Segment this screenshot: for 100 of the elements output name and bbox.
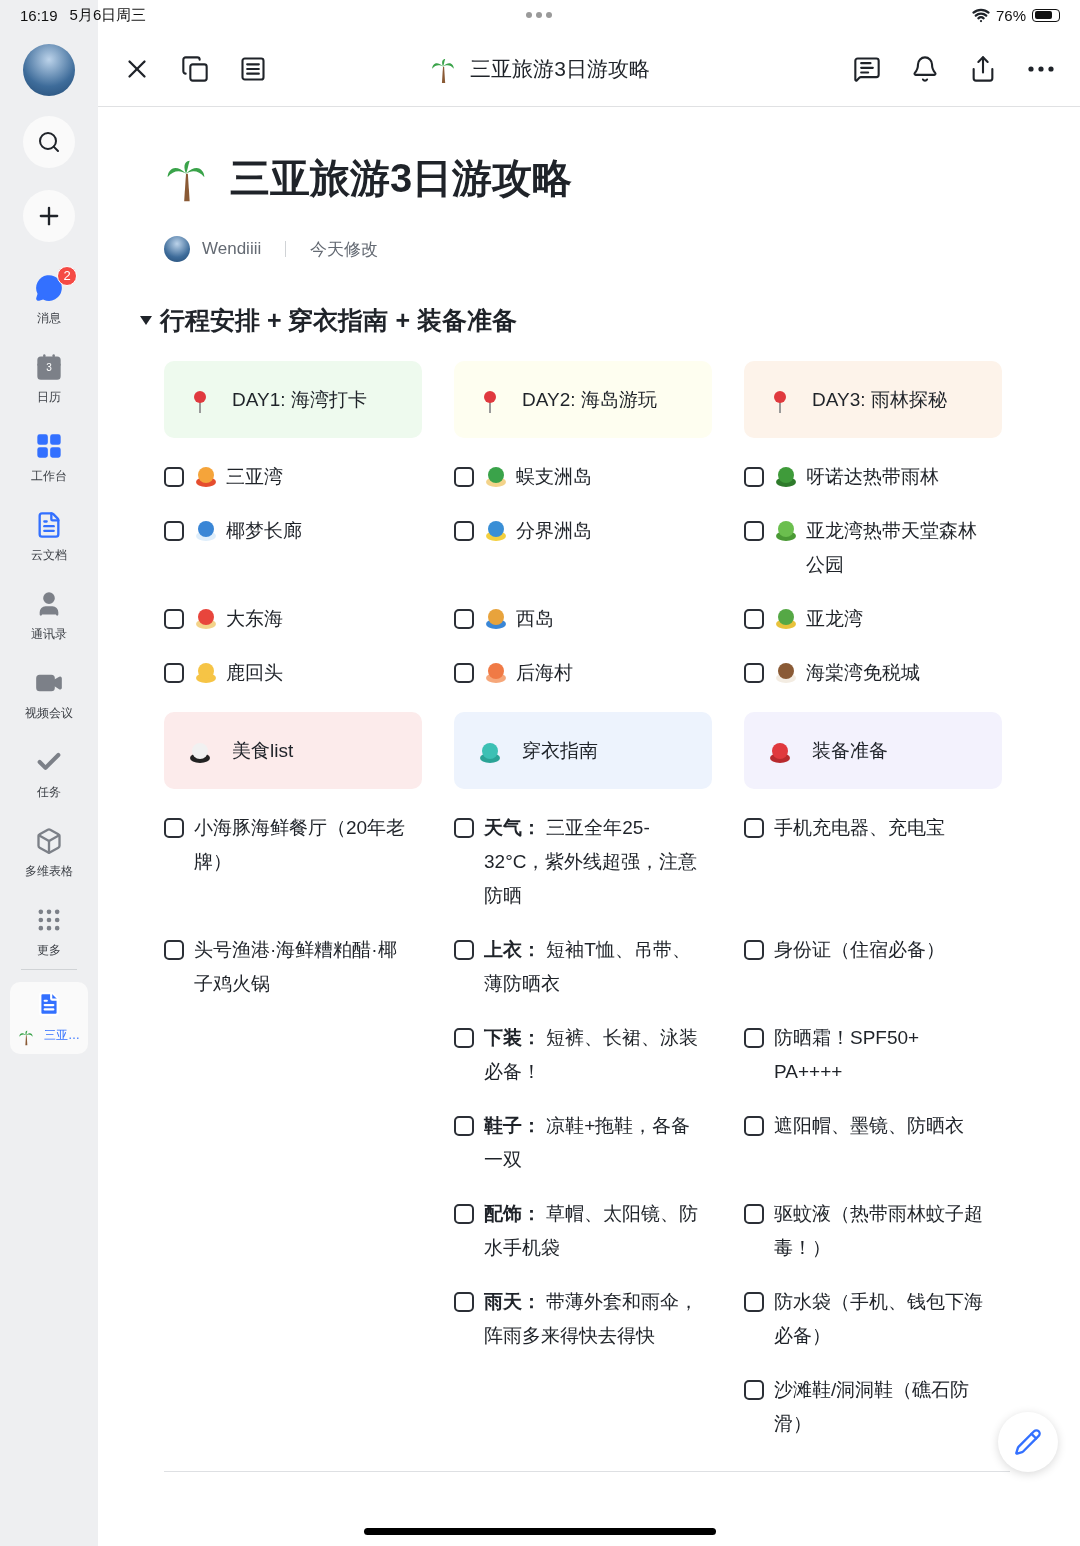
header-text: DAY1: 海湾打卡 — [232, 387, 367, 412]
header-text: DAY3: 雨林探秘 — [812, 387, 947, 412]
chat-icon — [35, 274, 63, 302]
checkbox[interactable] — [744, 1292, 764, 1312]
checklist-text: 雨天： 带薄外套和雨伞，阵雨多来得快去得快 — [484, 1290, 700, 1348]
sidebar-item[interactable]: 视频会议 — [9, 659, 89, 722]
checkbox[interactable] — [744, 521, 764, 541]
section-heading: 行程安排 + 穿衣指南 + 装备准备 — [160, 305, 517, 336]
checkbox[interactable] — [744, 663, 764, 683]
sidebar-item[interactable]: 更多 — [19, 896, 79, 959]
sidebar-item[interactable]: 任务 — [19, 738, 79, 801]
checklist-text: 天气： 三亚全年25-32°C，紫外线超强，注意防晒 — [484, 816, 699, 908]
author-name: Wendiiii — [202, 239, 262, 259]
battery-icon — [1032, 8, 1060, 22]
checkbox[interactable] — [744, 940, 764, 960]
battery-percent: 76% — [995, 6, 1026, 24]
search-button[interactable] — [23, 116, 75, 168]
comment-icon — [853, 54, 881, 83]
grid-icon — [35, 432, 63, 460]
wifi-icon — [971, 6, 990, 24]
sidebar-item[interactable]: 通讯录 — [15, 580, 83, 643]
checklist-text: 亚龙湾 — [806, 607, 864, 631]
document-title: 三亚旅游3日游攻略 — [470, 55, 650, 82]
page-title: 三亚旅游3日游攻略 — [230, 155, 573, 202]
calendar-day: 3 — [35, 362, 63, 373]
unread-badge: 2 — [57, 266, 77, 286]
multitask-dots-icon[interactable] — [526, 12, 552, 18]
cube-icon — [35, 827, 63, 855]
checkbox[interactable] — [164, 818, 184, 838]
checklist-text: 小海豚海鲜餐厅（20年老牌） — [194, 816, 407, 874]
sidebar-item[interactable]: 2 消息 — [19, 264, 79, 327]
checklist-text: 鹿回头 — [226, 661, 284, 685]
checkbox[interactable] — [454, 609, 474, 629]
checkbox[interactable] — [164, 940, 184, 960]
checklist-text: 大东海 — [226, 607, 284, 631]
header-text: 装备准备 — [812, 738, 888, 763]
bell-icon — [911, 54, 939, 83]
checkbox[interactable] — [744, 467, 764, 487]
checkbox[interactable] — [454, 663, 474, 683]
checkbox[interactable] — [454, 467, 474, 487]
checklist-text: 三亚湾 — [226, 465, 284, 489]
checkbox[interactable] — [454, 940, 474, 960]
checklist-text: 呀诺达热带雨林 — [806, 465, 940, 489]
checkbox[interactable] — [744, 609, 764, 629]
add-button[interactable] — [23, 190, 75, 242]
checklist-text: 防晒霜！SPF50+ PA++++ — [774, 1026, 921, 1084]
checkbox[interactable] — [744, 1204, 764, 1224]
checkbox[interactable] — [164, 467, 184, 487]
checklist-text: 蜈支洲岛 — [516, 465, 593, 489]
checklist-text: 西岛 — [516, 607, 555, 631]
header-text: DAY2: 海岛游玩 — [522, 387, 657, 412]
list-icon — [239, 54, 267, 83]
modified-time: 今天修改 — [310, 238, 379, 261]
more-icon — [1028, 65, 1054, 72]
checklist-text: 配饰： 草帽、太阳镜、防水手机袋 — [484, 1202, 700, 1260]
checklist-text: 手机充电器、充电宝 — [774, 816, 946, 840]
checklist-text: 后海村 — [516, 661, 574, 685]
checklist-text: 椰梦长廊 — [226, 519, 303, 543]
checkbox[interactable] — [744, 1116, 764, 1136]
open-document-tab[interactable]: 三亚… — [10, 982, 88, 1054]
windows-icon — [181, 54, 209, 83]
checklist-text: 下装： 短裤、长裙、泳装必备！ — [484, 1026, 700, 1084]
checklist-text: 鞋子： 凉鞋+拖鞋，各备一双 — [484, 1114, 692, 1172]
checklist-text: 分界洲岛 — [516, 519, 593, 543]
checklist-text: 沙滩鞋/洞洞鞋（礁石防滑） — [774, 1378, 971, 1436]
checkbox[interactable] — [744, 818, 764, 838]
checkbox[interactable] — [164, 609, 184, 629]
search-icon — [37, 130, 61, 154]
checkbox[interactable] — [454, 818, 474, 838]
pencil-icon — [1014, 1428, 1042, 1456]
checkbox[interactable] — [454, 1204, 474, 1224]
avatar[interactable] — [23, 44, 75, 96]
checklist-text: 亚龙湾热带天堂森林公园 — [806, 519, 978, 577]
checkbox[interactable] — [454, 1292, 474, 1312]
checklist-text: 上衣： 短袖T恤、吊带、薄防晒衣 — [484, 938, 692, 996]
checklist-text: 驱蚊液（热带雨林蚊子超毒！） — [774, 1202, 984, 1260]
checkbox[interactable] — [454, 1116, 474, 1136]
checklist-text: 遮阳帽、墨镜、防晒衣 — [774, 1114, 965, 1138]
checkbox[interactable] — [454, 1028, 474, 1048]
header-text: 穿衣指南 — [522, 738, 598, 763]
status-time: 16:19 — [20, 6, 58, 24]
author-avatar — [164, 236, 190, 262]
collapse-toggle-icon[interactable] — [140, 316, 152, 325]
checkbox[interactable] — [164, 663, 184, 683]
checkbox[interactable] — [454, 521, 474, 541]
status-date: 5月6日周三 — [69, 5, 147, 25]
checkbox[interactable] — [744, 1028, 764, 1048]
sidebar-item[interactable]: 工作台 — [15, 422, 83, 485]
sidebar-item[interactable]: 多维表格 — [9, 817, 89, 880]
checklist-text: 头号渔港·海鲜糟粕醋·椰子鸡火锅 — [194, 938, 398, 996]
calendar-icon — [35, 353, 63, 381]
checklist-text: 防水袋（手机、钱包下海必备） — [774, 1290, 984, 1348]
checkbox[interactable] — [164, 521, 184, 541]
checklist-text: 海棠湾免税城 — [806, 661, 921, 685]
sidebar-item[interactable]: 3 日历 — [19, 343, 79, 406]
checkbox[interactable] — [744, 1380, 764, 1400]
checklist-text: 身份证（住宿必备） — [774, 938, 946, 962]
sidebar-item[interactable]: 云文档 — [15, 501, 83, 564]
edit-button[interactable] — [998, 1412, 1058, 1472]
header-text: 美食list — [232, 738, 294, 763]
